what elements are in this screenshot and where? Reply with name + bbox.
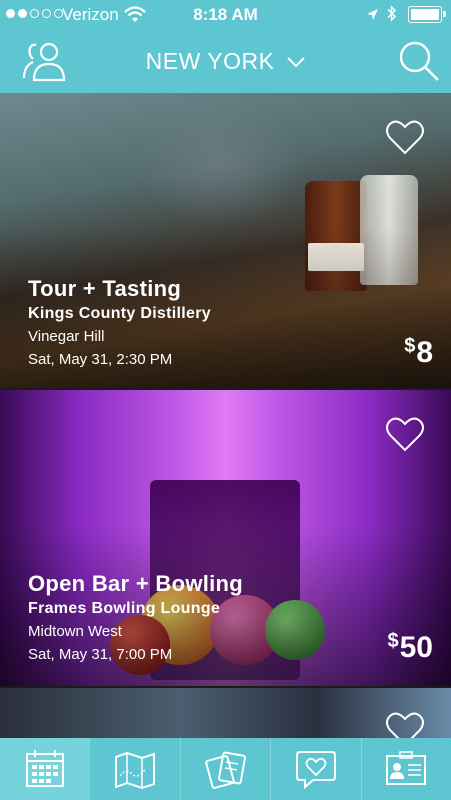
event-datetime: Sat, May 31, 7:00 PM: [28, 646, 173, 663]
favorite-heart-icon[interactable]: [385, 415, 425, 453]
id-card-icon: [386, 751, 427, 785]
tab-map[interactable]: [89, 738, 179, 800]
price-currency: $: [404, 335, 416, 357]
tab-bar: [0, 738, 451, 800]
tickets-icon: [204, 751, 246, 789]
status-bar: Verizon 8:18 AM: [0, 0, 451, 30]
event-card[interactable]: [0, 688, 451, 738]
price-value: 8: [416, 336, 433, 369]
event-datetime: Sat, May 31, 2:30 PM: [28, 351, 173, 368]
price-value: 50: [399, 631, 433, 664]
tab-profile[interactable]: [360, 738, 451, 800]
event-price: $50: [388, 630, 434, 665]
heart-chat-icon: [295, 751, 336, 790]
favorite-heart-icon[interactable]: [385, 710, 425, 738]
map-icon: [115, 751, 156, 790]
event-neighborhood: Vinegar Hill: [28, 328, 105, 345]
city-selector[interactable]: NEW YORK: [0, 48, 451, 75]
calendar-icon: [25, 750, 64, 787]
tab-tickets[interactable]: [179, 738, 270, 800]
event-venue: Kings County Distillery: [28, 305, 211, 322]
header: Verizon 8:18 AM NEW YORK: [0, 0, 451, 93]
event-card[interactable]: Tour + Tasting Kings County Distillery V…: [0, 93, 451, 388]
bluetooth-icon: [387, 5, 397, 22]
tab-calendar[interactable]: [0, 738, 90, 800]
status-time: 8:18 AM: [193, 5, 258, 24]
nav-bar: NEW YORK: [0, 30, 451, 93]
tab-favorites[interactable]: [270, 738, 360, 800]
price-currency: $: [387, 630, 399, 652]
event-photo: [0, 688, 451, 738]
chevron-down-icon: [287, 57, 306, 68]
event-venue: Frames Bowling Lounge: [28, 600, 221, 617]
event-price: $8: [404, 335, 433, 370]
event-title: Tour + Tasting: [28, 276, 182, 301]
event-info: Tour + Tasting Kings County Distillery V…: [28, 276, 211, 368]
event-neighborhood: Midtown West: [28, 623, 122, 640]
city-label: NEW YORK: [145, 48, 275, 74]
battery-icon: [408, 6, 446, 23]
event-title: Open Bar + Bowling: [28, 571, 244, 596]
favorite-heart-icon[interactable]: [385, 118, 425, 156]
search-icon[interactable]: [398, 40, 440, 82]
event-card[interactable]: Open Bar + Bowling Frames Bowling Lounge…: [0, 390, 451, 686]
event-info: Open Bar + Bowling Frames Bowling Lounge…: [28, 571, 243, 663]
location-arrow-icon: [367, 9, 378, 20]
